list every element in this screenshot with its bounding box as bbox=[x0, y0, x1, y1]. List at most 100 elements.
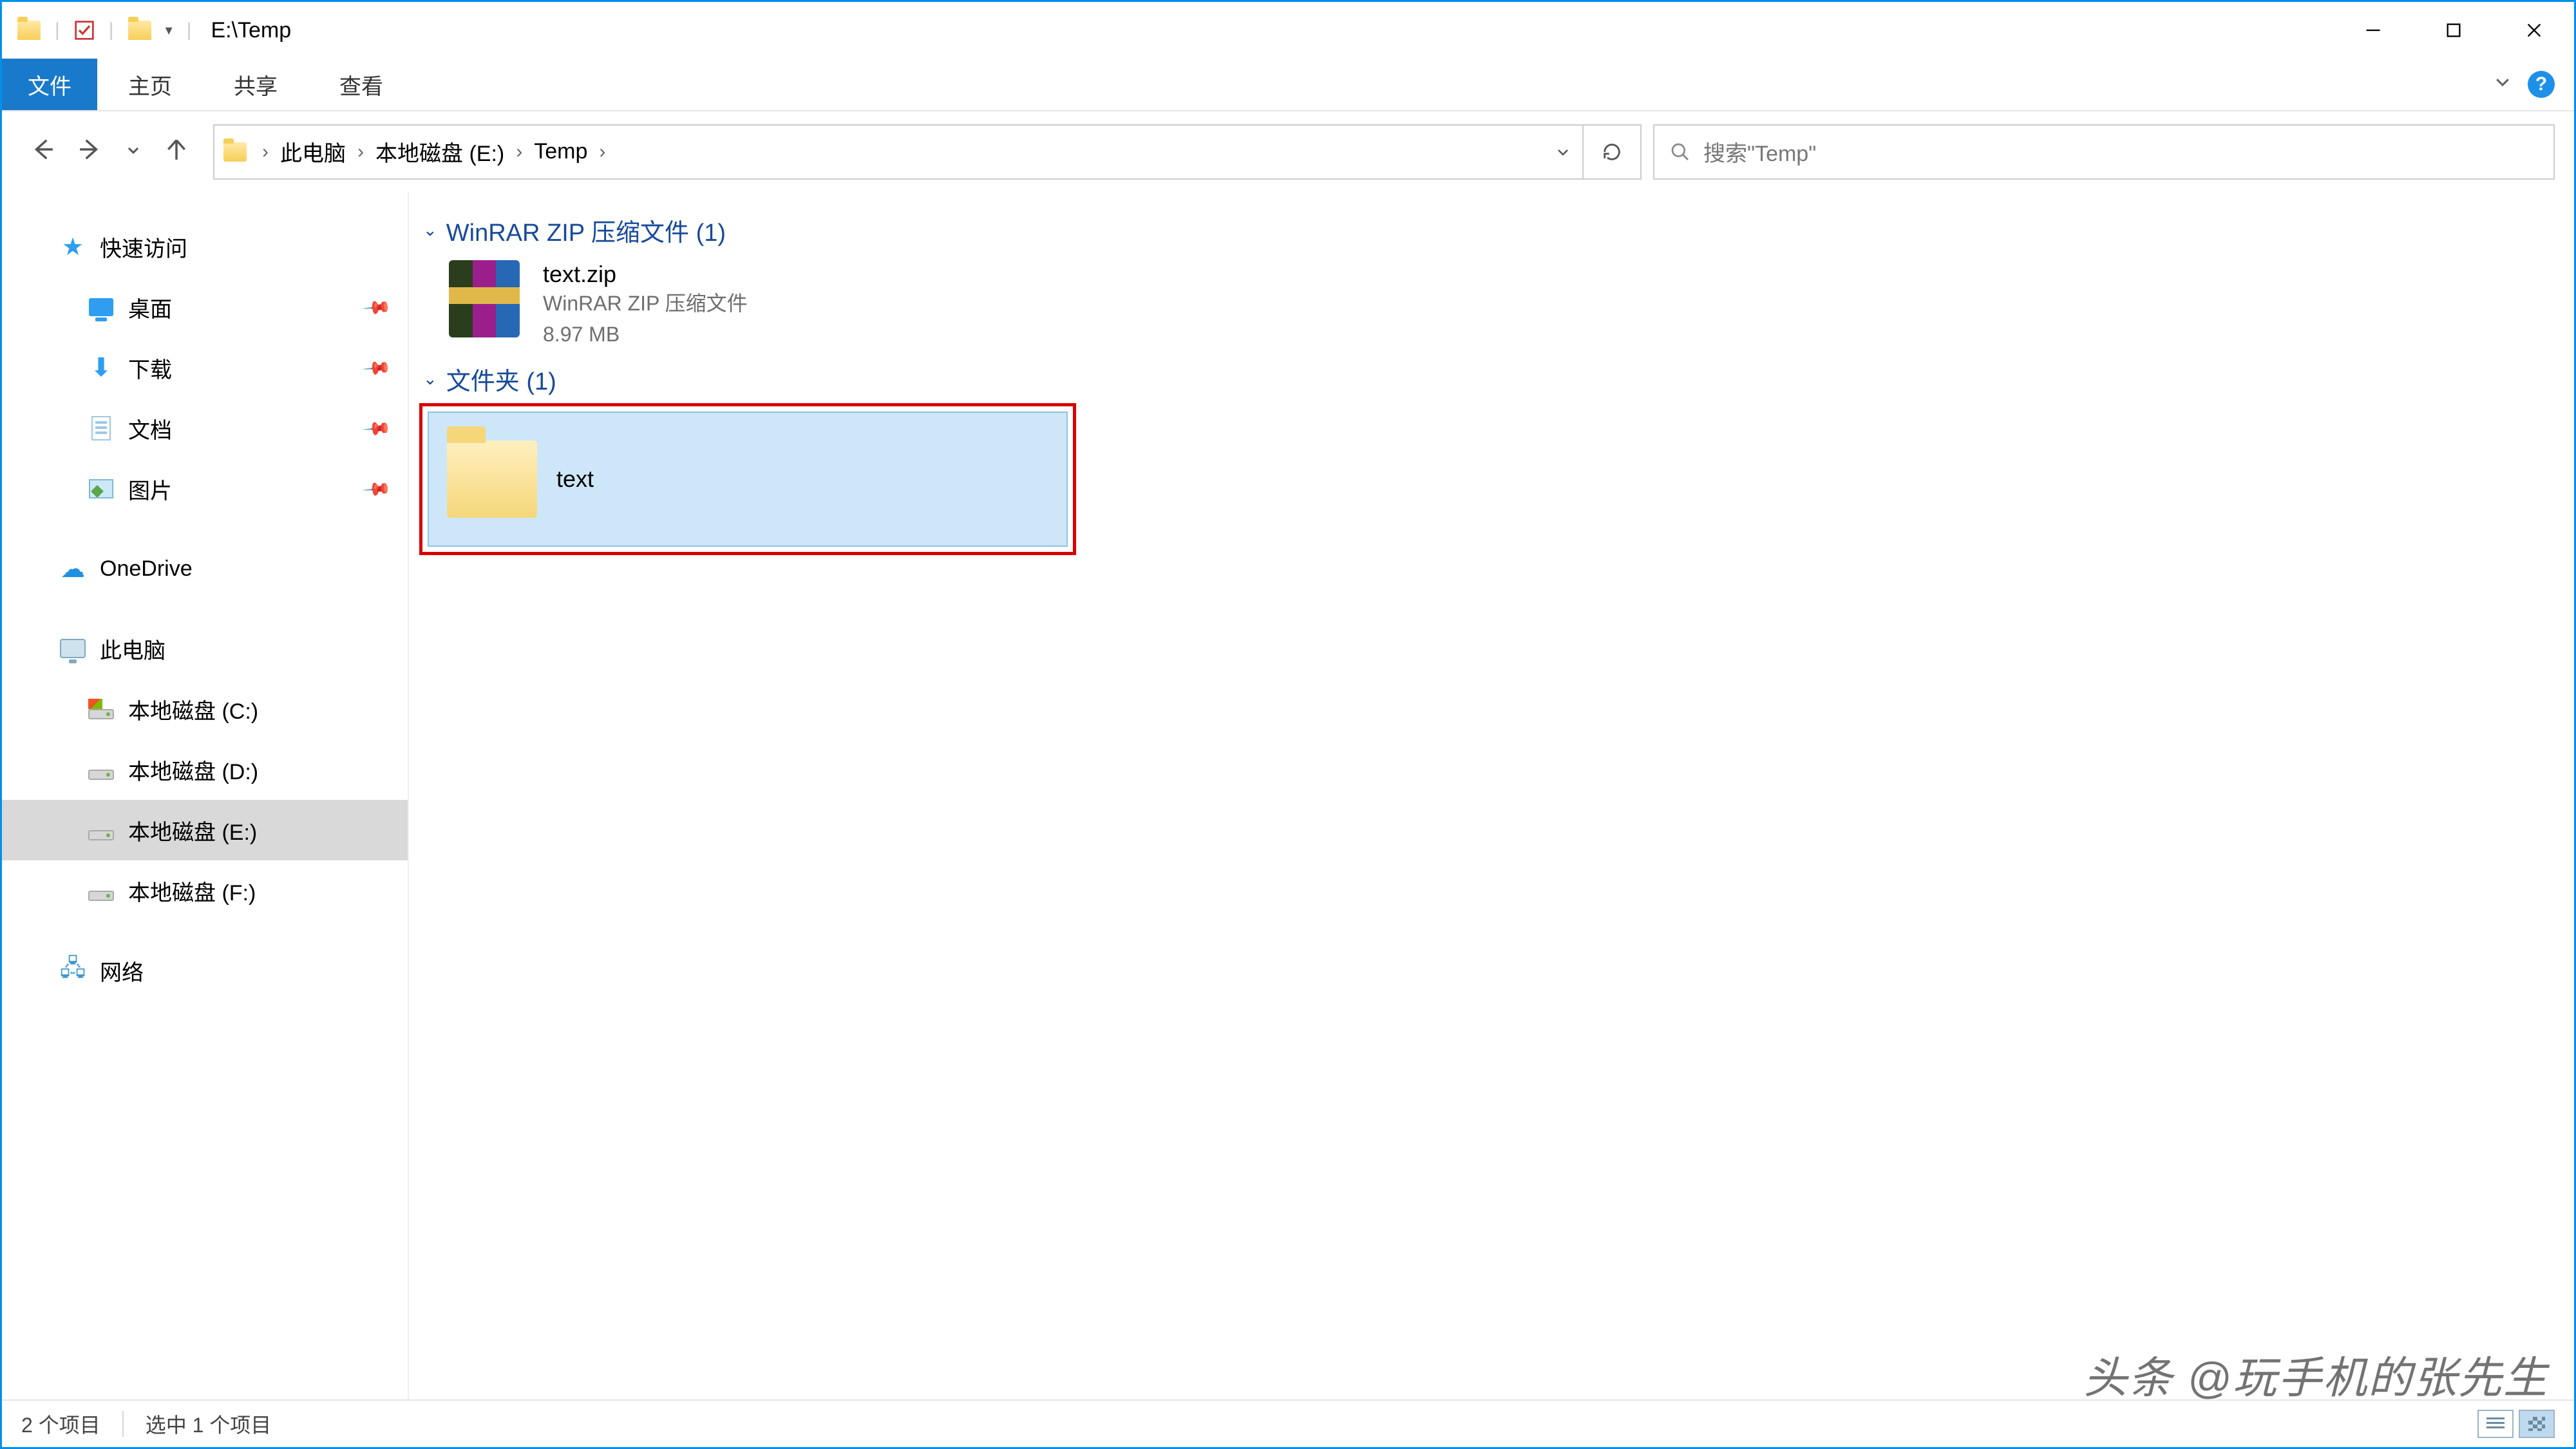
star-icon: ★ bbox=[60, 234, 86, 260]
search-placeholder: 搜索"Temp" bbox=[1703, 136, 1816, 167]
sidebar-item-label: 图片 bbox=[128, 473, 172, 505]
status-item-count: 2 个项目 bbox=[21, 1409, 100, 1439]
sidebar-item-label: 网络 bbox=[100, 955, 144, 987]
search-icon bbox=[1670, 142, 1690, 162]
sidebar-item-label: 下载 bbox=[128, 352, 172, 384]
ribbon-tabs: 文件 主页 共享 查看 ? bbox=[2, 59, 2574, 111]
view-large-icons-button[interactable] bbox=[2519, 1410, 2555, 1438]
sidebar-item-label: 此电脑 bbox=[100, 633, 166, 665]
drive-icon bbox=[88, 770, 114, 780]
sidebar-item-quick-access[interactable]: ★ 快速访问 bbox=[2, 216, 408, 277]
tab-view[interactable]: 查看 bbox=[308, 59, 414, 110]
sidebar-item-downloads[interactable]: ⬇ 下载 📌 bbox=[2, 337, 408, 398]
address-bar[interactable]: › 此电脑 › 本地磁盘 (E:) › Temp › bbox=[213, 124, 1642, 180]
back-button[interactable] bbox=[30, 137, 55, 167]
drive-icon bbox=[88, 891, 114, 901]
sidebar-item-drive-e[interactable]: 本地磁盘 (E:) bbox=[2, 800, 408, 860]
navigation-row: › 此电脑 › 本地磁盘 (E:) › Temp › 搜索"Temp" bbox=[2, 111, 2574, 192]
sidebar-item-label: 本地磁盘 (D:) bbox=[128, 754, 258, 786]
sidebar-item-pictures[interactable]: 图片 📌 bbox=[2, 459, 408, 519]
sidebar-item-label: 快速访问 bbox=[100, 231, 187, 263]
chevron-right-icon[interactable]: › bbox=[504, 141, 534, 163]
sidebar-item-label: 桌面 bbox=[128, 292, 172, 323]
group-header-folder[interactable]: ⌄ 文件夹 (1) bbox=[419, 352, 2574, 403]
folder-icon bbox=[447, 440, 537, 518]
pc-icon bbox=[60, 639, 86, 658]
download-icon: ⬇ bbox=[88, 355, 114, 381]
sidebar-item-onedrive[interactable]: ☁ OneDrive bbox=[2, 538, 408, 599]
file-list-pane: ⌄ WinRAR ZIP 压缩文件 (1) text.zip WinRAR ZI… bbox=[409, 192, 2574, 1399]
pin-icon: 📌 bbox=[362, 352, 393, 383]
file-item-zip[interactable]: text.zip WinRAR ZIP 压缩文件 8.97 MB bbox=[419, 254, 1076, 352]
view-details-button[interactable] bbox=[2477, 1410, 2514, 1438]
explorer-window: | | ▾ | E:\Temp 文件 主页 共享 查看 ? bbox=[0, 0, 2576, 1449]
help-icon[interactable]: ? bbox=[2528, 71, 2555, 98]
group-header-label: 文件夹 (1) bbox=[446, 361, 556, 397]
title-bar: | | ▾ | E:\Temp bbox=[2, 2, 2574, 59]
file-name: text.zip bbox=[543, 261, 748, 288]
file-size: 8.97 MB bbox=[543, 319, 748, 350]
navigation-pane: ★ 快速访问 桌面 📌 ⬇ 下载 📌 文档 📌 图片 📌 bbox=[2, 192, 409, 1399]
group-header-label: WinRAR ZIP 压缩文件 (1) bbox=[446, 213, 726, 248]
picture-icon bbox=[89, 479, 113, 498]
tab-file[interactable]: 文件 bbox=[2, 59, 97, 110]
separator: | bbox=[187, 19, 192, 41]
sidebar-item-drive-c[interactable]: 本地磁盘 (C:) bbox=[2, 679, 408, 739]
sidebar-item-label: 文档 bbox=[128, 413, 172, 444]
tab-home[interactable]: 主页 bbox=[97, 59, 203, 110]
chevron-down-icon: ⌄ bbox=[423, 369, 437, 389]
maximize-button[interactable] bbox=[2413, 2, 2494, 59]
desktop-icon bbox=[89, 298, 113, 316]
chevron-right-icon[interactable]: › bbox=[251, 141, 280, 163]
ribbon-expand-icon[interactable] bbox=[2493, 72, 2512, 97]
sidebar-item-drive-f[interactable]: 本地磁盘 (F:) bbox=[2, 860, 408, 921]
separator: | bbox=[55, 19, 60, 41]
sidebar-item-label: 本地磁盘 (C:) bbox=[128, 694, 258, 725]
close-button[interactable] bbox=[2494, 2, 2574, 59]
folder-icon bbox=[17, 21, 41, 40]
document-icon bbox=[91, 416, 111, 440]
zip-archive-icon bbox=[449, 260, 520, 337]
breadcrumb-drive[interactable]: 本地磁盘 (E:) bbox=[375, 136, 504, 167]
qat-dropdown-icon[interactable]: ▾ bbox=[166, 22, 173, 39]
minimize-button[interactable] bbox=[2333, 2, 2413, 59]
separator: | bbox=[109, 19, 114, 41]
sidebar-item-this-pc[interactable]: 此电脑 bbox=[2, 618, 408, 679]
up-button[interactable] bbox=[164, 137, 189, 167]
status-bar: 2 个项目 选中 1 个项目 bbox=[2, 1399, 2574, 1447]
folder-icon bbox=[128, 21, 151, 40]
window-title: E:\Temp bbox=[211, 18, 291, 43]
separator bbox=[122, 1411, 124, 1437]
quick-access-toolbar: | | ▾ | bbox=[2, 19, 191, 41]
tab-share[interactable]: 共享 bbox=[203, 59, 308, 110]
file-type: WinRAR ZIP 压缩文件 bbox=[543, 288, 748, 319]
sidebar-item-label: OneDrive bbox=[100, 556, 193, 582]
chevron-right-icon[interactable]: › bbox=[346, 141, 375, 163]
status-selected-count: 选中 1 个项目 bbox=[146, 1409, 272, 1439]
chevron-right-icon[interactable]: › bbox=[587, 141, 617, 163]
drive-icon bbox=[88, 709, 114, 719]
sidebar-item-drive-d[interactable]: 本地磁盘 (D:) bbox=[2, 739, 408, 800]
recent-dropdown-icon[interactable] bbox=[126, 141, 141, 163]
refresh-button[interactable] bbox=[1582, 126, 1640, 178]
sidebar-item-label: 本地磁盘 (E:) bbox=[128, 815, 257, 846]
network-icon: 🖧 bbox=[60, 958, 86, 983]
file-name: text bbox=[556, 466, 594, 493]
file-item-folder-highlighted[interactable]: text bbox=[419, 403, 1076, 555]
folder-icon bbox=[223, 142, 247, 162]
cloud-icon: ☁ bbox=[60, 556, 86, 582]
drive-icon bbox=[88, 830, 114, 840]
sidebar-item-documents[interactable]: 文档 📌 bbox=[2, 398, 408, 459]
sidebar-item-network[interactable]: 🖧 网络 bbox=[2, 940, 408, 1001]
sidebar-item-label: 本地磁盘 (F:) bbox=[128, 875, 256, 907]
properties-icon[interactable] bbox=[74, 20, 95, 41]
sidebar-item-desktop[interactable]: 桌面 📌 bbox=[2, 277, 408, 337]
breadcrumb-this-pc[interactable]: 此电脑 bbox=[280, 136, 346, 167]
address-dropdown-icon[interactable] bbox=[1544, 144, 1582, 160]
search-box[interactable]: 搜索"Temp" bbox=[1653, 124, 2555, 180]
group-header-zip[interactable]: ⌄ WinRAR ZIP 压缩文件 (1) bbox=[419, 204, 2574, 254]
pin-icon: 📌 bbox=[362, 413, 393, 444]
breadcrumb-folder[interactable]: Temp bbox=[534, 139, 587, 164]
pin-icon: 📌 bbox=[362, 473, 393, 504]
forward-button[interactable] bbox=[78, 137, 102, 167]
